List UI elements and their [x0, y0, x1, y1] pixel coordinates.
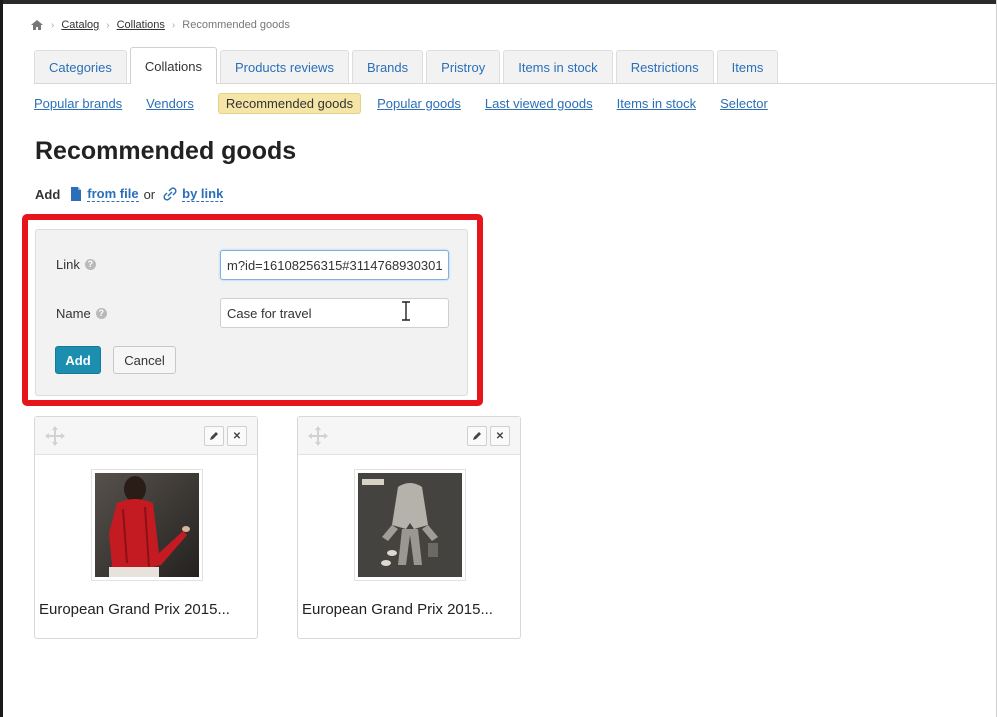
product-card: ✕ European Grand Prix 2015...	[297, 416, 521, 639]
breadcrumb: › Catalog › Collations › Recommended goo…	[30, 16, 290, 34]
link-icon	[163, 187, 177, 201]
sub-navigation: Popular brands Vendors Recommended goods…	[34, 92, 792, 114]
tab-categories[interactable]: Categories	[34, 50, 127, 83]
edit-pencil-icon[interactable]	[204, 426, 224, 446]
subnav-last-viewed-goods[interactable]: Last viewed goods	[485, 96, 593, 111]
page-title: Recommended goods	[35, 137, 297, 165]
subnav-selector[interactable]: Selector	[720, 96, 768, 111]
card-header: ✕	[298, 417, 520, 455]
add-label: Add	[35, 186, 61, 202]
main-tabs: Categories Collations Products reviews B…	[34, 47, 997, 84]
breadcrumb-separator: ›	[51, 19, 55, 31]
add-toolbar: Add from file or by link	[35, 186, 224, 202]
window-frame-top	[0, 0, 997, 4]
subnav-recommended-goods[interactable]: Recommended goods	[217, 92, 362, 114]
highlight-frame	[22, 214, 483, 406]
home-icon[interactable]	[30, 18, 44, 32]
file-icon	[71, 187, 82, 201]
card-header: ✕	[35, 417, 257, 455]
product-image[interactable]	[91, 469, 203, 581]
tab-products-reviews[interactable]: Products reviews	[219, 50, 349, 83]
breadcrumb-catalog[interactable]: Catalog	[61, 19, 99, 31]
breadcrumb-separator: ›	[106, 19, 110, 31]
product-title[interactable]: European Grand Prix 2015...	[302, 601, 493, 618]
tab-collations[interactable]: Collations	[129, 47, 217, 84]
move-icon[interactable]	[43, 424, 67, 448]
product-card: ✕ European Grand Prix 2015...	[34, 416, 258, 639]
text-cursor-icon	[402, 301, 410, 321]
subnav-items-in-stock[interactable]: Items in stock	[617, 96, 696, 111]
delete-icon[interactable]: ✕	[227, 426, 247, 446]
subnav-popular-brands[interactable]: Popular brands	[34, 96, 122, 111]
tab-pristroy[interactable]: Pristroy	[426, 50, 501, 83]
tab-items-in-stock[interactable]: Items in stock	[503, 50, 613, 83]
move-icon[interactable]	[306, 424, 330, 448]
tab-restrictions[interactable]: Restrictions	[615, 50, 714, 83]
subnav-vendors[interactable]: Vendors	[146, 96, 194, 111]
tab-items[interactable]: Items	[716, 50, 779, 83]
red-jacket-photo	[95, 473, 199, 577]
add-from-file-link[interactable]: from file	[87, 186, 139, 202]
subnav-popular-goods[interactable]: Popular goods	[377, 96, 461, 111]
add-by-link-link[interactable]: by link	[182, 186, 224, 202]
breadcrumb-collations[interactable]: Collations	[117, 19, 165, 31]
breadcrumb-current: Recommended goods	[182, 19, 290, 31]
tab-brands[interactable]: Brands	[351, 50, 424, 83]
window-frame-left	[0, 0, 3, 717]
breadcrumb-separator: ›	[171, 19, 176, 31]
delete-icon[interactable]: ✕	[490, 426, 510, 446]
product-title[interactable]: European Grand Prix 2015...	[39, 601, 230, 618]
product-image[interactable]	[354, 469, 466, 581]
edit-pencil-icon[interactable]	[467, 426, 487, 446]
or-text: or	[143, 186, 156, 202]
grey-outfit-photo	[358, 473, 462, 577]
